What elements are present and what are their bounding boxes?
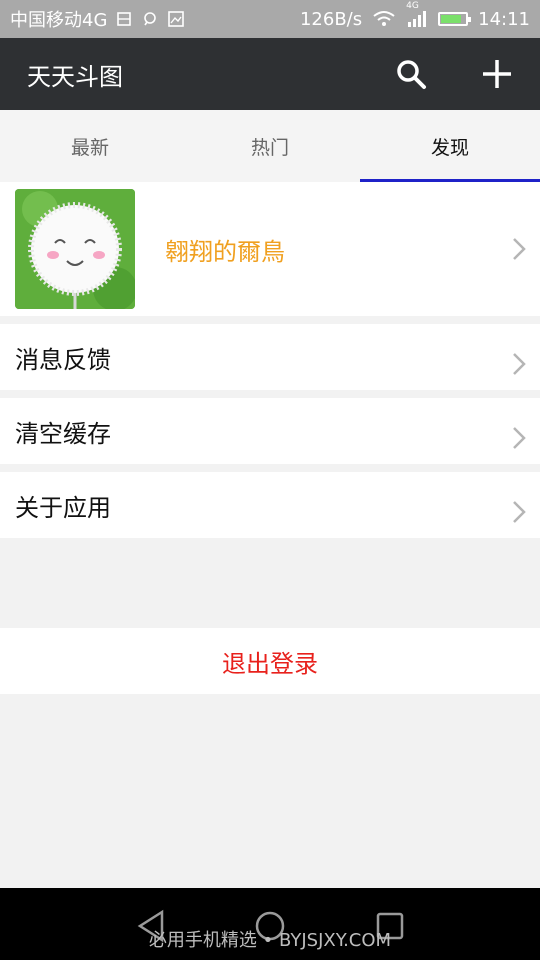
app-bar: 天天斗图 [0,38,540,110]
menu-item-label: 关于应用 [15,493,111,522]
carrier-label: 中国移动4G [10,10,108,31]
menu-item-label: 消息反馈 [15,345,111,374]
menu-item-about[interactable]: 关于应用 [0,472,540,538]
logout-label: 退出登录 [222,649,318,678]
profile-row[interactable]: 翱翔的爾鳥 [0,182,540,316]
image-icon [167,10,185,28]
search-icon [397,60,426,89]
battery-icon [438,12,472,26]
app-title: 天天斗图 [27,62,123,91]
tab-latest[interactable]: 最新 [0,110,180,182]
network-speed: 126B/s [299,8,363,30]
signal-icon: 4G [406,1,428,28]
menu-item-feedback[interactable]: 消息反馈 [0,324,540,390]
chevron-right-icon [513,353,526,375]
menu-item-label: 清空缓存 [15,419,111,448]
tab-bar: 最新 热门 发现 [0,110,540,182]
tab-discover[interactable]: 发现 [360,110,540,182]
add-button[interactable] [454,38,540,110]
search-button[interactable] [368,38,454,110]
avatar [15,189,135,309]
chevron-right-icon [513,427,526,449]
signal-label: 4G [406,1,419,11]
wifi-icon [372,10,396,28]
message-icon [141,10,159,28]
tab-popular[interactable]: 热门 [180,110,360,182]
clock: 14:11 [478,8,530,30]
watermark: 必用手机精选 • BYJSJXY.COM [148,930,392,951]
logout-button[interactable]: 退出登录 [0,628,540,694]
add-icon [483,60,511,88]
status-bar: 中国移动4G 126B/s 4G 14:11 [0,0,540,38]
chevron-right-icon [513,501,526,523]
system-nav-bar: 必用手机精选 • BYJSJXY.COM [0,888,540,960]
profile-name: 翱翔的爾鳥 [165,237,285,266]
menu-item-clear-cache[interactable]: 清空缓存 [0,398,540,464]
notification-icon [115,10,133,28]
chevron-right-icon [513,238,526,260]
